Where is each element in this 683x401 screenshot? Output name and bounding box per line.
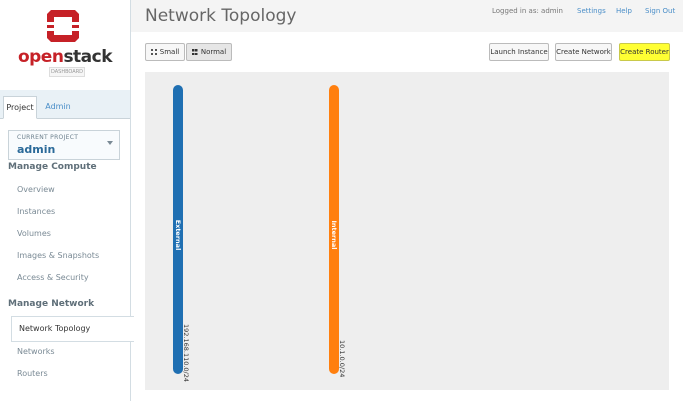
section-manage-network: Manage Network — [8, 299, 95, 309]
sidebar-item-network-topology[interactable]: Network Topology — [11, 316, 134, 342]
current-project-selector[interactable]: CURRENT PROJECT admin — [8, 130, 120, 160]
tab-project[interactable]: Project — [3, 96, 37, 119]
chevron-down-icon — [107, 141, 113, 145]
network-name-external: External — [174, 219, 182, 251]
logo-word-open: open — [17, 47, 64, 67]
current-project-label: CURRENT PROJECT — [17, 134, 79, 141]
network-cidr-external: 192.168.110.0/24 — [182, 324, 190, 383]
sidebar-tabs: Project Admin — [0, 96, 130, 119]
logged-in-status: Logged in as: admin — [492, 7, 563, 15]
page-title: Network Topology — [145, 6, 297, 26]
sidebar-item-access-security[interactable]: Access & Security — [17, 273, 89, 282]
logo-wordmark: openstack — [0, 47, 130, 67]
current-project-name: admin — [17, 143, 56, 156]
logo-subtitle: DASHBOARD — [49, 67, 85, 77]
topology-canvas[interactable]: External 192.168.110.0/24 Internal 10.1.… — [145, 72, 669, 390]
launch-instance-button[interactable]: Launch Instance — [489, 43, 549, 61]
settings-link[interactable]: Settings — [577, 7, 606, 15]
section-manage-compute: Manage Compute — [8, 162, 97, 172]
network-bar-internal[interactable]: Internal — [329, 85, 339, 374]
sidebar-item-volumes[interactable]: Volumes — [17, 229, 51, 238]
logo[interactable]: openstack DASHBOARD — [0, 0, 130, 90]
sidebar-item-overview[interactable]: Overview — [17, 185, 55, 194]
small-view-button[interactable]: Small — [145, 43, 185, 61]
create-network-button[interactable]: Create Network — [555, 43, 612, 61]
sidebar-item-networks[interactable]: Networks — [17, 347, 55, 356]
grid-large-icon — [191, 49, 198, 55]
page-header: Network Topology — [131, 0, 683, 32]
network-cidr-internal: 10.1.0.0/24 — [338, 340, 346, 378]
grid-small-icon — [150, 49, 157, 55]
tab-admin[interactable]: Admin — [40, 96, 76, 117]
create-router-button[interactable]: Create Router — [619, 43, 670, 61]
sidebar-item-instances[interactable]: Instances — [17, 207, 55, 216]
normal-view-label: Normal — [200, 48, 227, 56]
sidebar-item-images-snapshots[interactable]: Images & Snapshots — [17, 251, 99, 260]
sidebar-item-routers[interactable]: Routers — [17, 369, 48, 378]
logo-word-stack: stack — [63, 47, 113, 67]
normal-view-button[interactable]: Normal — [186, 43, 232, 61]
sidebar-item-label: Network Topology — [19, 324, 91, 333]
small-view-label: Small — [159, 48, 180, 56]
openstack-logo-icon — [47, 10, 79, 42]
sign-out-link[interactable]: Sign Out — [645, 7, 675, 15]
network-name-internal: Internal — [330, 220, 338, 250]
help-link[interactable]: Help — [616, 7, 632, 15]
